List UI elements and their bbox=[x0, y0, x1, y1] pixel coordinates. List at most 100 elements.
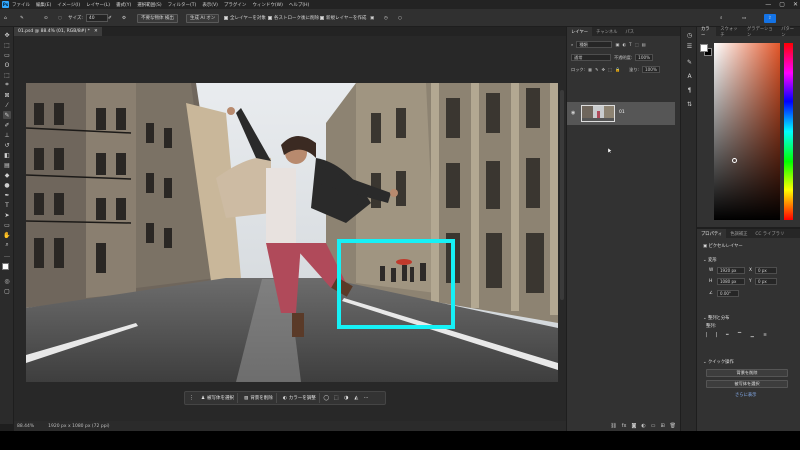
generative-ai-button[interactable]: 生成 AI オン bbox=[186, 13, 220, 23]
filter-pixel-icon[interactable]: ▣ bbox=[615, 42, 619, 47]
visibility-eye-icon[interactable]: ◉ bbox=[571, 110, 575, 116]
character-panel-icon[interactable]: A bbox=[686, 73, 693, 80]
foreground-color-swatch[interactable] bbox=[700, 44, 708, 52]
width-input[interactable]: 1920 px bbox=[717, 267, 745, 274]
blend-mode-select[interactable]: 通常 bbox=[571, 54, 611, 61]
share-button[interactable]: ⇪ bbox=[764, 13, 776, 23]
menu-window[interactable]: ウィンドウ(W) bbox=[252, 2, 282, 8]
new-group-icon[interactable]: ▭ bbox=[651, 423, 656, 429]
brush-tool-icon[interactable]: ✎ bbox=[20, 13, 24, 23]
remove-tool-icon[interactable]: ✎ bbox=[3, 111, 11, 119]
all-layers-checkbox[interactable]: 全レイヤーを対象 bbox=[224, 13, 266, 23]
symmetry-icon[interactable]: ○ bbox=[398, 13, 402, 23]
more-tools-icon[interactable]: … bbox=[3, 251, 11, 259]
more-link[interactable]: さらに表示 bbox=[735, 392, 756, 398]
filter-kind-select[interactable]: 種類 bbox=[576, 41, 613, 48]
brush-panel-icon[interactable]: ✎ bbox=[686, 59, 693, 66]
screen-mode-icon[interactable]: ▢ bbox=[3, 287, 11, 295]
shape-tool-icon[interactable]: ▭ bbox=[3, 221, 11, 229]
quick-remove-background-button[interactable]: 背景を削除 bbox=[706, 369, 788, 377]
menu-file[interactable]: ファイル bbox=[12, 2, 30, 8]
layer-style-icon[interactable]: fx bbox=[622, 423, 627, 429]
close-tab-icon[interactable]: ✕ bbox=[94, 29, 98, 34]
path-selection-tool-icon[interactable]: ➤ bbox=[3, 211, 11, 219]
brush-preset-icon[interactable]: ⊙ bbox=[44, 13, 48, 23]
filter-smart-icon[interactable]: ▤ bbox=[642, 42, 646, 47]
lock-pixels-icon[interactable]: ▦ bbox=[588, 67, 592, 72]
more-options-icon[interactable]: ⋯ bbox=[363, 394, 370, 402]
link-layers-icon[interactable]: ⛓ bbox=[610, 423, 616, 429]
menu-type[interactable]: 書式(Y) bbox=[116, 2, 131, 8]
y-input[interactable]: 0 px bbox=[755, 278, 777, 285]
menu-image[interactable]: イメージ(I) bbox=[57, 2, 80, 8]
document-tab[interactable]: 01.psd @ 88.4% (01, RGB/8#) * ✕ bbox=[14, 27, 102, 36]
filter-type-icon[interactable]: T bbox=[629, 42, 632, 47]
color-picker-handle[interactable] bbox=[732, 158, 737, 163]
tab-color[interactable]: カラー bbox=[697, 27, 717, 38]
adjustment-layer-icon[interactable]: ◐ bbox=[641, 423, 645, 429]
x-input[interactable]: 0 px bbox=[755, 267, 777, 274]
delete-layer-icon[interactable]: 🗑 bbox=[670, 423, 676, 429]
adjustments-panel-icon[interactable]: ⇅ bbox=[686, 101, 693, 108]
height-input[interactable]: 1080 px bbox=[717, 278, 745, 285]
blur-tool-icon[interactable]: ◆ bbox=[3, 171, 11, 179]
quick-actions-title[interactable]: ⌄ クイック操作 bbox=[703, 359, 734, 365]
vertical-scrollbar[interactable] bbox=[560, 90, 564, 300]
pressure-icon[interactable]: ◷ bbox=[384, 13, 388, 23]
tab-properties[interactable]: プロパティ bbox=[697, 229, 727, 238]
tab-paths[interactable]: パス bbox=[621, 27, 638, 36]
type-tool-icon[interactable]: T bbox=[3, 201, 11, 209]
layer-name[interactable]: 01 bbox=[619, 110, 625, 115]
frame-tool-icon[interactable]: ⊠ bbox=[3, 91, 11, 99]
brush-tool-icon[interactable]: ✐ bbox=[3, 121, 11, 129]
lasso-tool-icon[interactable]: ʘ bbox=[3, 61, 11, 69]
maximize-icon[interactable]: ▢ bbox=[779, 1, 785, 8]
workspace-icon[interactable]: ▭ bbox=[742, 13, 746, 23]
eraser-tool-icon[interactable]: ◧ bbox=[3, 151, 11, 159]
mask-icon[interactable]: ◑ bbox=[343, 394, 350, 402]
filter-adjust-icon[interactable]: ◐ bbox=[622, 42, 626, 47]
remove-after-stroke-checkbox[interactable]: 各ストローク後に削除 bbox=[268, 13, 319, 23]
minimize-icon[interactable]: — bbox=[765, 1, 771, 8]
transform-section-title[interactable]: ⌄ 変形 bbox=[703, 257, 717, 263]
menu-layer[interactable]: レイヤー(L) bbox=[86, 2, 110, 8]
foreground-color-swatch[interactable] bbox=[2, 263, 9, 270]
adjust-color-button[interactable]: ◐ カラーを調整 bbox=[280, 393, 320, 403]
history-panel-icon[interactable]: ◷ bbox=[686, 32, 693, 39]
move-tool-icon[interactable]: ✥ bbox=[3, 31, 11, 39]
object-selection-tool-icon[interactable]: ⬚ bbox=[3, 71, 11, 79]
angle-icon[interactable]: ✐ bbox=[108, 13, 112, 23]
layer-row[interactable]: ◉ 01 bbox=[567, 102, 675, 125]
search-icon[interactable]: ⌕ bbox=[720, 13, 723, 23]
filter-shape-icon[interactable]: ⬚ bbox=[635, 42, 639, 47]
tab-patterns[interactable]: パターン bbox=[777, 27, 800, 38]
opacity-input[interactable]: 100% bbox=[635, 54, 654, 61]
quick-mask-icon[interactable]: ◎ bbox=[3, 277, 11, 285]
lock-all-icon[interactable]: 🔒 bbox=[615, 67, 620, 73]
marquee-tool-icon[interactable]: ▭ bbox=[3, 51, 11, 59]
select-subject-button[interactable]: ♟ 被写体を選択 bbox=[198, 393, 239, 403]
align-section-title[interactable]: ⌄ 整列と分布 bbox=[703, 315, 729, 321]
lock-position-icon[interactable]: ✥ bbox=[601, 67, 605, 72]
new-layer-icon[interactable]: ⊞ bbox=[660, 423, 664, 429]
paragraph-panel-icon[interactable]: ¶ bbox=[686, 87, 693, 94]
size-input[interactable]: 40 bbox=[85, 14, 108, 22]
artboard-tool-icon[interactable]: ⬚ bbox=[3, 41, 11, 49]
zoom-level[interactable]: 88.44% bbox=[17, 424, 34, 429]
new-layer-checkbox[interactable]: 新規レイヤーを作成 bbox=[320, 13, 366, 23]
menu-edit[interactable]: 編集(E) bbox=[36, 2, 51, 8]
tab-layers[interactable]: レイヤー bbox=[567, 27, 593, 36]
lock-paint-icon[interactable]: ✎ bbox=[595, 67, 599, 72]
home-icon[interactable]: ⌂ bbox=[4, 13, 7, 23]
menu-help[interactable]: ヘルプ(H) bbox=[289, 2, 309, 8]
tab-gradients[interactable]: グラデーション bbox=[743, 27, 777, 38]
comment-icon[interactable]: ▣ bbox=[370, 13, 374, 23]
tab-swatches[interactable]: スウォッチ bbox=[716, 27, 743, 38]
close-icon[interactable]: ✕ bbox=[793, 1, 798, 8]
settings-gear-icon[interactable]: ⚙ bbox=[122, 13, 126, 23]
history-brush-tool-icon[interactable]: ↺ bbox=[3, 141, 11, 149]
document-image[interactable] bbox=[26, 83, 558, 382]
stamp-tool-icon[interactable]: ⊥ bbox=[3, 131, 11, 139]
detect-objects-button[interactable]: 不要な物体 検出 bbox=[137, 13, 178, 23]
lock-artboard-icon[interactable]: ⬚ bbox=[608, 67, 612, 72]
